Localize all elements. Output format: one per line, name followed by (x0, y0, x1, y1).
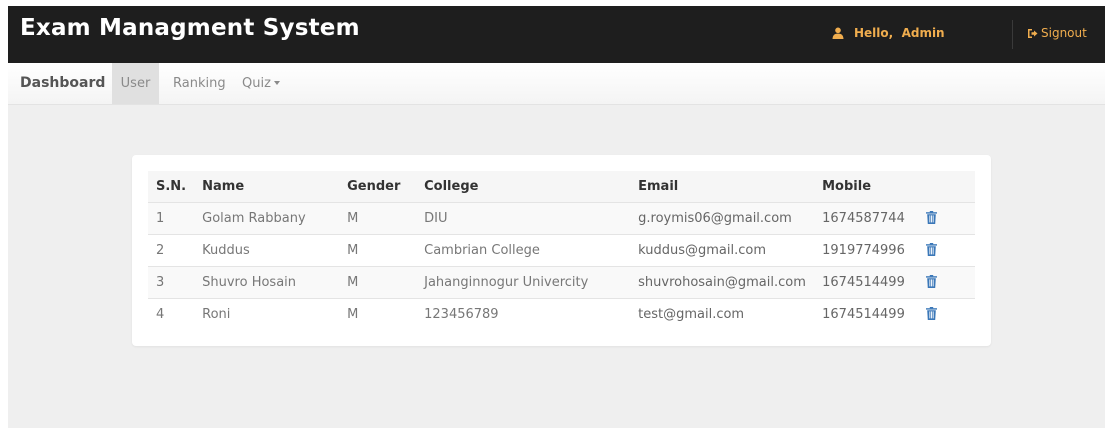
cell-name: Kuddus (194, 234, 340, 267)
main-nav: Dashboard User Ranking Quiz (8, 63, 1105, 105)
cell-mobile: 1919774996 (814, 234, 919, 267)
cell-actions (918, 202, 975, 235)
cell-gender: M (339, 266, 417, 299)
users-table: S.N. Name Gender College Email Mobile 1 … (148, 171, 975, 330)
user-greeting[interactable]: Hello, Admin (832, 26, 945, 40)
top-header-bar: Exam Managment System Hello, Admin Signo… (8, 6, 1105, 63)
header-divider (1012, 20, 1013, 49)
cell-actions (918, 298, 975, 330)
nav-dashboard[interactable]: Dashboard (8, 63, 112, 104)
signout-label: Signout (1041, 26, 1087, 40)
column-header-name: Name (194, 171, 340, 203)
nav-user[interactable]: User (112, 63, 159, 104)
caret-down-icon (273, 81, 280, 85)
column-header-email: Email (630, 171, 815, 203)
cell-college: 123456789 (416, 298, 631, 330)
cell-mobile: 1674587744 (814, 202, 919, 235)
column-header-mobile: Mobile (814, 171, 919, 203)
table-row: 3 Shuvro Hosain M Jahanginnogur Univerci… (148, 266, 975, 299)
cell-name: Golam Rabbany (194, 202, 340, 235)
column-header-actions (918, 171, 975, 203)
table-header-row: S.N. Name Gender College Email Mobile (148, 171, 975, 203)
cell-name: Shuvro Hosain (194, 266, 340, 299)
nav-quiz-label: Quiz (242, 76, 271, 91)
signout-button[interactable]: Signout (1027, 26, 1087, 40)
greeting-text: Hello, Admin (854, 26, 945, 40)
cell-college: DIU (416, 202, 631, 235)
cell-college: Jahanginnogur Univercity (416, 266, 631, 299)
cell-sn: 4 (148, 298, 195, 330)
cell-mobile: 1674514499 (814, 266, 919, 299)
column-header-gender: Gender (339, 171, 417, 203)
table-row: 2 Kuddus M Cambrian College kuddus@gmail… (148, 234, 975, 267)
table-row: 4 Roni M 123456789 test@gmail.com 167451… (148, 298, 975, 330)
cell-actions (918, 266, 975, 299)
cell-sn: 1 (148, 202, 195, 235)
cell-email: shuvrohosain@gmail.com (630, 266, 815, 299)
trash-icon[interactable] (926, 242, 938, 256)
app-window: Exam Managment System Hello, Admin Signo… (0, 0, 1113, 428)
cell-email: g.roymis06@gmail.com (630, 202, 815, 235)
column-header-college: College (416, 171, 631, 203)
cell-sn: 2 (148, 234, 195, 267)
signout-icon (1027, 28, 1038, 39)
cell-email: kuddus@gmail.com (630, 234, 815, 267)
cell-email: test@gmail.com (630, 298, 815, 330)
trash-icon[interactable] (926, 210, 938, 224)
nav-quiz-dropdown[interactable]: Quiz (242, 63, 280, 104)
cell-mobile: 1674514499 (814, 298, 919, 330)
cell-gender: M (339, 298, 417, 330)
user-icon (832, 27, 844, 39)
trash-icon[interactable] (926, 306, 938, 320)
cell-sn: 3 (148, 266, 195, 299)
content-area: S.N. Name Gender College Email Mobile 1 … (8, 105, 1105, 428)
table-row: 1 Golam Rabbany M DIU g.roymis06@gmail.c… (148, 202, 975, 235)
cell-gender: M (339, 234, 417, 267)
nav-ranking[interactable]: Ranking (173, 63, 226, 104)
trash-icon[interactable] (926, 274, 938, 288)
cell-gender: M (339, 202, 417, 235)
users-panel: S.N. Name Gender College Email Mobile 1 … (132, 155, 991, 346)
app-title[interactable]: Exam Managment System (20, 15, 360, 41)
cell-actions (918, 234, 975, 267)
cell-college: Cambrian College (416, 234, 631, 267)
cell-name: Roni (194, 298, 340, 330)
column-header-sn: S.N. (148, 171, 195, 203)
